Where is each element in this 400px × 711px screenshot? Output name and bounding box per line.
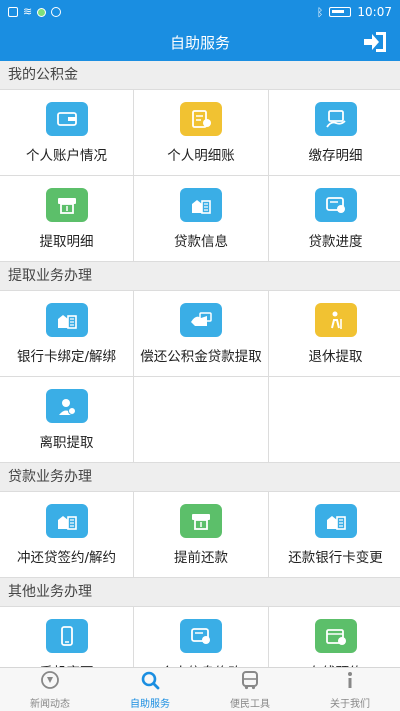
service-item-label: 贷款进度 (308, 233, 363, 250)
section-title: 我的公积金 (0, 61, 400, 89)
bluetooth-icon: ᛒ (316, 5, 324, 19)
status-icons-right: ᛒ 10:07 (317, 5, 392, 19)
progress-icon (180, 618, 222, 653)
service-item[interactable]: 冲还贷签约/解约 (0, 492, 133, 577)
wifi-icon: ≋ (23, 5, 33, 18)
service-item-label: 偿还公积金贷款提取 (140, 348, 262, 365)
service-item-label: 还款银行卡变更 (288, 549, 383, 566)
service-item[interactable]: 贷款信息 (134, 176, 268, 261)
service-grid: 手机变更个人信息修改在线预约 (0, 606, 400, 667)
empty-cell (269, 377, 400, 462)
service-item-label: 冲还贷签约/解约 (16, 549, 117, 566)
section-title: 贷款业务办理 (0, 463, 400, 491)
tab-search[interactable]: 自助服务 (100, 668, 200, 711)
notification-icon (8, 7, 18, 17)
section-title: 提取业务办理 (0, 262, 400, 290)
service-item[interactable]: 提取明细 (0, 176, 133, 261)
service-item-label: 个人账户情况 (26, 147, 107, 164)
info-icon (340, 670, 360, 693)
empty-cell (134, 377, 268, 462)
service-item[interactable]: 个人信息修改 (134, 607, 268, 667)
service-item-label: 提前还款 (174, 549, 228, 566)
search-icon (140, 670, 160, 693)
service-item-label: 贷款信息 (174, 233, 228, 250)
sync-icon (51, 7, 62, 17)
person-icon (45, 388, 88, 423)
service-item[interactable]: 手机变更 (0, 607, 133, 667)
tab-label: 自助服务 (130, 698, 170, 710)
service-item-label: 离职提取 (39, 434, 94, 451)
bus-icon (240, 670, 260, 693)
battery-icon (329, 7, 352, 17)
tab-label: 关于我们 (330, 698, 370, 710)
app-header: 自助服务 (0, 24, 400, 61)
card-icon (180, 302, 222, 337)
service-item[interactable]: 银行卡绑定/解绑 (0, 291, 133, 376)
building-icon (180, 187, 222, 222)
service-grid: 冲还贷签约/解约 提前还款 还款银行卡变更 (0, 491, 400, 578)
calendar-icon (314, 618, 357, 653)
progress-icon (314, 187, 357, 222)
elder-icon (314, 302, 357, 337)
page-title: 自助服务 (169, 34, 230, 52)
tab-info[interactable]: 关于我们 (300, 668, 400, 711)
tab-bus[interactable]: 便民工具 (200, 668, 300, 711)
tab-label: 新闻动态 (30, 698, 70, 710)
service-item[interactable]: 缴存明细 (269, 90, 400, 175)
service-grid: 个人账户情况 个人明细账 缴存明细提取明细 贷款信息 贷款进度 (0, 89, 400, 262)
tab-news[interactable]: 新闻动态 (0, 668, 100, 711)
section-title: 其他业务办理 (0, 578, 400, 606)
service-item-label: 个人明细账 (167, 147, 235, 164)
tab-label: 便民工具 (230, 698, 270, 710)
bottom-tab-bar: 新闻动态 自助服务 便民工具 关于我们 (0, 667, 400, 711)
building-icon (45, 302, 88, 337)
service-item[interactable]: 个人明细账 (134, 90, 268, 175)
service-item[interactable]: 个人账户情况 (0, 90, 133, 175)
ledger-icon (180, 101, 222, 136)
app-badge-icon (37, 7, 47, 17)
service-item-label: 银行卡绑定/解绑 (16, 348, 117, 365)
status-bar: ≋ ᛒ 10:07 (0, 0, 400, 24)
service-item-label: 提取明细 (39, 233, 94, 250)
service-item[interactable]: 贷款进度 (269, 176, 400, 261)
service-list[interactable]: 我的公积金 个人账户情况 个人明细账 缴存明细 提取明细 贷款信息 贷款进度 提取业务办理 银行… (0, 61, 400, 667)
withdraw-icon (45, 187, 88, 222)
deposit-icon (314, 101, 357, 136)
status-time: 10:07 (357, 5, 392, 19)
service-item-label: 退休提取 (308, 348, 363, 365)
status-icons-left: ≋ (8, 5, 62, 18)
news-icon (40, 670, 60, 693)
logout-button[interactable] (362, 31, 388, 53)
service-grid: 银行卡绑定/解绑 偿还公积金贷款提取 退休提取离职提取 (0, 290, 400, 463)
service-item[interactable]: 提前还款 (134, 492, 268, 577)
service-item[interactable]: 还款银行卡变更 (269, 492, 400, 577)
service-item-label: 缴存明细 (308, 147, 363, 164)
building-icon (45, 503, 88, 538)
phone-icon (45, 618, 88, 653)
service-item[interactable]: 离职提取 (0, 377, 133, 462)
service-item[interactable]: 偿还公积金贷款提取 (134, 291, 268, 376)
withdraw-icon (180, 503, 222, 538)
building-icon (314, 503, 357, 538)
service-item[interactable]: 在线预约 (269, 607, 400, 667)
logout-icon (364, 32, 386, 52)
wallet-icon (45, 101, 88, 136)
service-item[interactable]: 退休提取 (269, 291, 400, 376)
